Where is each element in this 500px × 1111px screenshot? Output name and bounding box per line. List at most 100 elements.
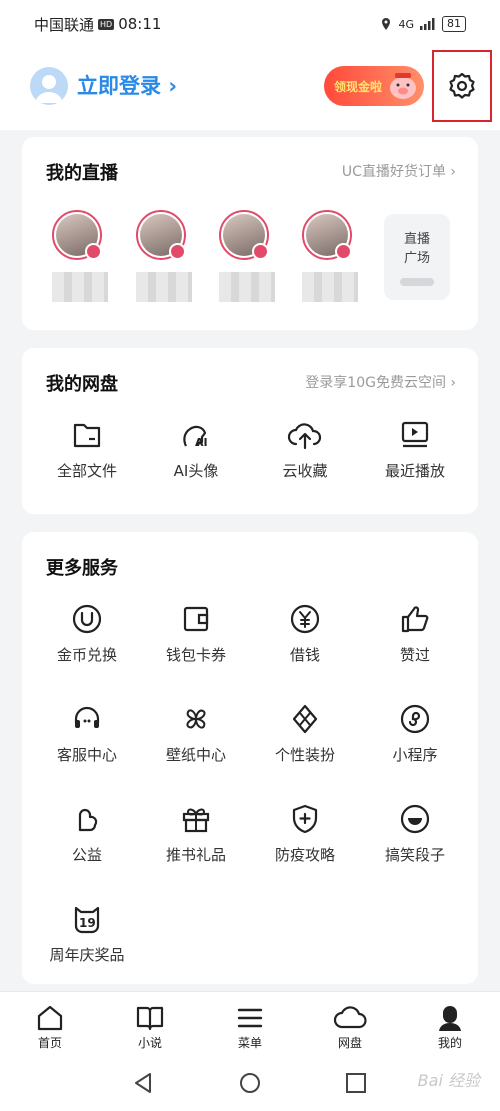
streamer-avatar[interactable] <box>302 210 362 302</box>
service-wallet[interactable]: 钱包卡券 <box>141 602 251 665</box>
service-label: 小程序 <box>392 746 438 764</box>
tab-home[interactable]: 首页 <box>20 1002 80 1051</box>
promo-text: 领现金啦 <box>334 79 383 94</box>
disk-item-label: 全部文件 <box>56 462 117 480</box>
network-label: 4G <box>398 17 414 31</box>
service-label: 搞笑段子 <box>384 846 445 864</box>
recent-play-icon <box>401 421 429 448</box>
cloud-upload-icon <box>287 423 322 450</box>
home-button[interactable] <box>239 1072 261 1098</box>
profile-header: 立即登录 › 领现金啦 <box>0 48 500 130</box>
login-link[interactable]: 立即登录 › <box>77 70 177 100</box>
service-anniversary-prize[interactable]: 19 周年庆奖品 <box>32 902 142 965</box>
my-live-title: 我的直播 <box>46 163 118 184</box>
gift-icon <box>182 808 210 833</box>
service-coin-exchange[interactable]: 金币兑换 <box>32 602 142 665</box>
service-label: 壁纸中心 <box>165 746 226 764</box>
tab-label: 我的 <box>437 1036 462 1050</box>
service-book-gift[interactable]: 推书礼品 <box>141 802 251 865</box>
service-label: 推书礼品 <box>165 846 226 864</box>
more-services-card: 更多服务 金币兑换 钱包卡券 借钱 赞过 客服中心 壁纸中心 个性装扮 小程序 … <box>22 532 478 984</box>
service-customer-center[interactable]: 客服中心 <box>32 702 142 765</box>
profile-icon <box>439 1006 461 1031</box>
tab-label: 小说 <box>137 1036 162 1050</box>
gear-icon <box>449 72 475 99</box>
battery-indicator: 81 <box>442 16 466 32</box>
streamer-avatar[interactable] <box>136 210 196 302</box>
live-badge-icon <box>85 243 102 260</box>
service-jokes[interactable]: 搞笑段子 <box>360 802 470 865</box>
disk-item-recent-play[interactable]: 最近播放 <box>360 418 470 481</box>
blurred-name <box>302 272 358 302</box>
location-icon <box>382 18 391 30</box>
disk-item-all-files[interactable]: 全部文件 <box>32 418 142 481</box>
promo-banner[interactable]: 领现金啦 <box>324 66 424 106</box>
tab-label: 菜单 <box>237 1036 262 1050</box>
svg-text:AI: AI <box>195 436 208 449</box>
blurred-name <box>136 272 192 302</box>
avatar[interactable] <box>30 67 68 105</box>
smile-icon <box>400 804 430 834</box>
live-badge-icon <box>169 243 186 260</box>
disk-item-ai-avatar[interactable]: AI AI头像 <box>141 418 251 481</box>
bottom-tab-bar: 首页 小说 菜单 网盘 我的 <box>0 991 500 1055</box>
carrier-label: 中国联通 <box>34 15 95 34</box>
live-badge-icon <box>335 243 352 260</box>
chevron-right-icon: › <box>168 74 177 98</box>
blurred-name <box>219 272 275 302</box>
live-badge-icon <box>252 243 269 260</box>
disk-item-label: AI头像 <box>173 462 219 480</box>
more-services-title: 更多服务 <box>46 558 118 579</box>
wallet-icon <box>183 606 209 632</box>
recents-button[interactable] <box>345 1072 367 1098</box>
status-bar: 中国联通 HD 08:11 4G 81 <box>0 0 500 48</box>
login-label: 立即登录 <box>77 74 161 98</box>
yuan-icon <box>290 604 320 634</box>
tab-novel[interactable]: 小说 <box>120 1002 180 1051</box>
pinwheel-icon <box>186 709 206 729</box>
service-label: 金币兑换 <box>56 646 117 664</box>
recents-square-icon <box>346 1073 366 1093</box>
service-wallpaper[interactable]: 壁纸中心 <box>141 702 251 765</box>
streamer-avatar[interactable] <box>219 210 279 302</box>
coin-icon <box>72 604 102 634</box>
ai-avatar-icon: AI <box>183 425 208 449</box>
service-borrow[interactable]: 借钱 <box>250 602 360 665</box>
home-circle-icon <box>240 1073 260 1093</box>
book-icon <box>136 1006 164 1031</box>
back-button[interactable] <box>133 1072 153 1098</box>
hd-badge: HD <box>98 18 115 30</box>
my-disk-title: 我的网盘 <box>46 374 118 395</box>
menu-icon <box>237 1008 263 1028</box>
service-label: 防疫攻略 <box>274 846 335 864</box>
thumbs-up-icon <box>401 606 429 633</box>
streamer-avatar[interactable] <box>52 210 112 302</box>
service-label: 公益 <box>71 846 102 864</box>
home-icon <box>37 1005 63 1031</box>
shield-plus-icon <box>292 804 318 834</box>
disk-item-cloud-collect[interactable]: 云收藏 <box>250 418 360 481</box>
settings-button[interactable] <box>432 50 492 122</box>
tab-mine[interactable]: 我的 <box>420 1002 480 1051</box>
tab-label: 网盘 <box>337 1036 362 1050</box>
anniversary-icon: 19 <box>74 906 100 934</box>
my-live-card: 我的直播 UC直播好货订单 › 直播 广场 <box>22 137 478 330</box>
service-mini-program[interactable]: 小程序 <box>360 702 470 765</box>
service-epidemic-guide[interactable]: 防疫攻略 <box>250 802 360 865</box>
service-label: 借钱 <box>289 646 320 664</box>
disk-item-label: 最近播放 <box>384 462 445 480</box>
service-charity[interactable]: 公益 <box>32 802 142 865</box>
disk-promo-link[interactable]: 登录享10G免费云空间 › <box>305 372 456 392</box>
live-orders-link[interactable]: UC直播好货订单 › <box>342 161 456 181</box>
service-label: 客服中心 <box>56 746 117 764</box>
service-liked[interactable]: 赞过 <box>360 602 470 665</box>
system-nav-bar: Bai 经验 <box>0 1055 500 1111</box>
live-plaza-button[interactable]: 直播 广场 <box>384 214 450 300</box>
headset-icon <box>74 706 100 728</box>
service-personalize[interactable]: 个性装扮 <box>250 702 360 765</box>
tab-cloud-disk[interactable]: 网盘 <box>320 1002 380 1051</box>
service-label: 周年庆奖品 <box>49 946 125 964</box>
service-label: 个性装扮 <box>274 746 335 764</box>
tab-menu[interactable]: 菜单 <box>220 1002 280 1051</box>
svg-text:19: 19 <box>79 916 96 930</box>
